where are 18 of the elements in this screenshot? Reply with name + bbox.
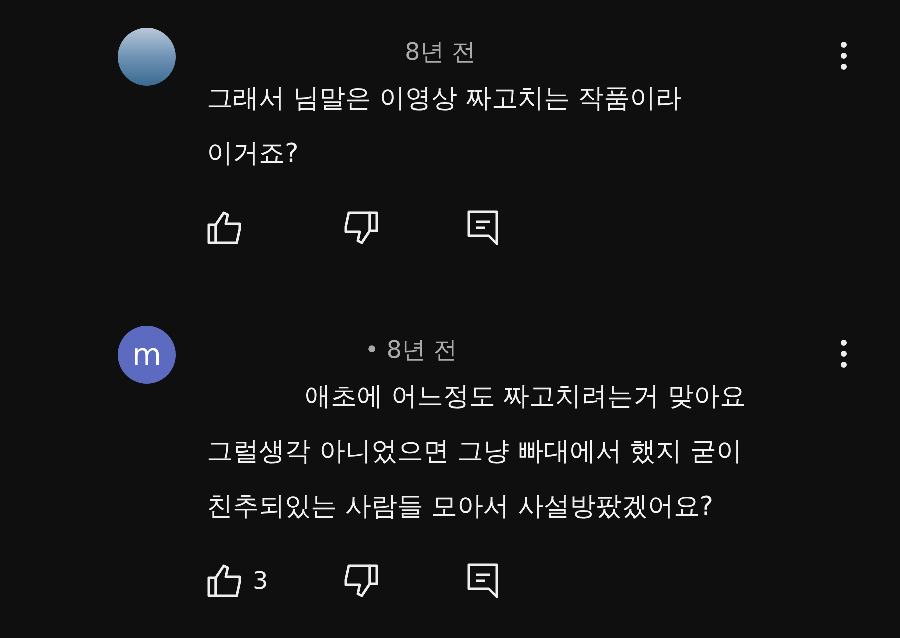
comment-text: 그래서 님말은 이영상 짜고치는 작품이라 이거죠? <box>207 83 684 171</box>
user-avatar[interactable]: m <box>118 326 176 384</box>
thumbs-up-icon <box>207 211 243 245</box>
more-options-icon <box>840 41 848 71</box>
more-options-button[interactable] <box>838 339 850 369</box>
reply-button[interactable] <box>467 563 499 599</box>
reply-icon <box>467 210 499 246</box>
more-options-icon <box>840 339 848 369</box>
like-button[interactable]: 3 <box>207 563 343 599</box>
thumbs-up-icon <box>207 564 243 598</box>
comment-timestamp: 8년 전 <box>405 37 476 68</box>
thumbs-down-icon <box>343 211 379 245</box>
more-options-button[interactable] <box>838 41 850 71</box>
reply-icon <box>467 563 499 599</box>
comment-timestamp: • 8년 전 <box>365 335 458 366</box>
thumbs-down-icon <box>343 564 379 598</box>
reply-button[interactable] <box>467 210 499 246</box>
comment-text: 애초에 어느정도 짜고치려는거 맞아요 그럴생각 아니었으면 그냥 빠대에서 했지 굳이 친추되있는 사람들 모아서 사설방팠겠어요? <box>207 381 747 524</box>
